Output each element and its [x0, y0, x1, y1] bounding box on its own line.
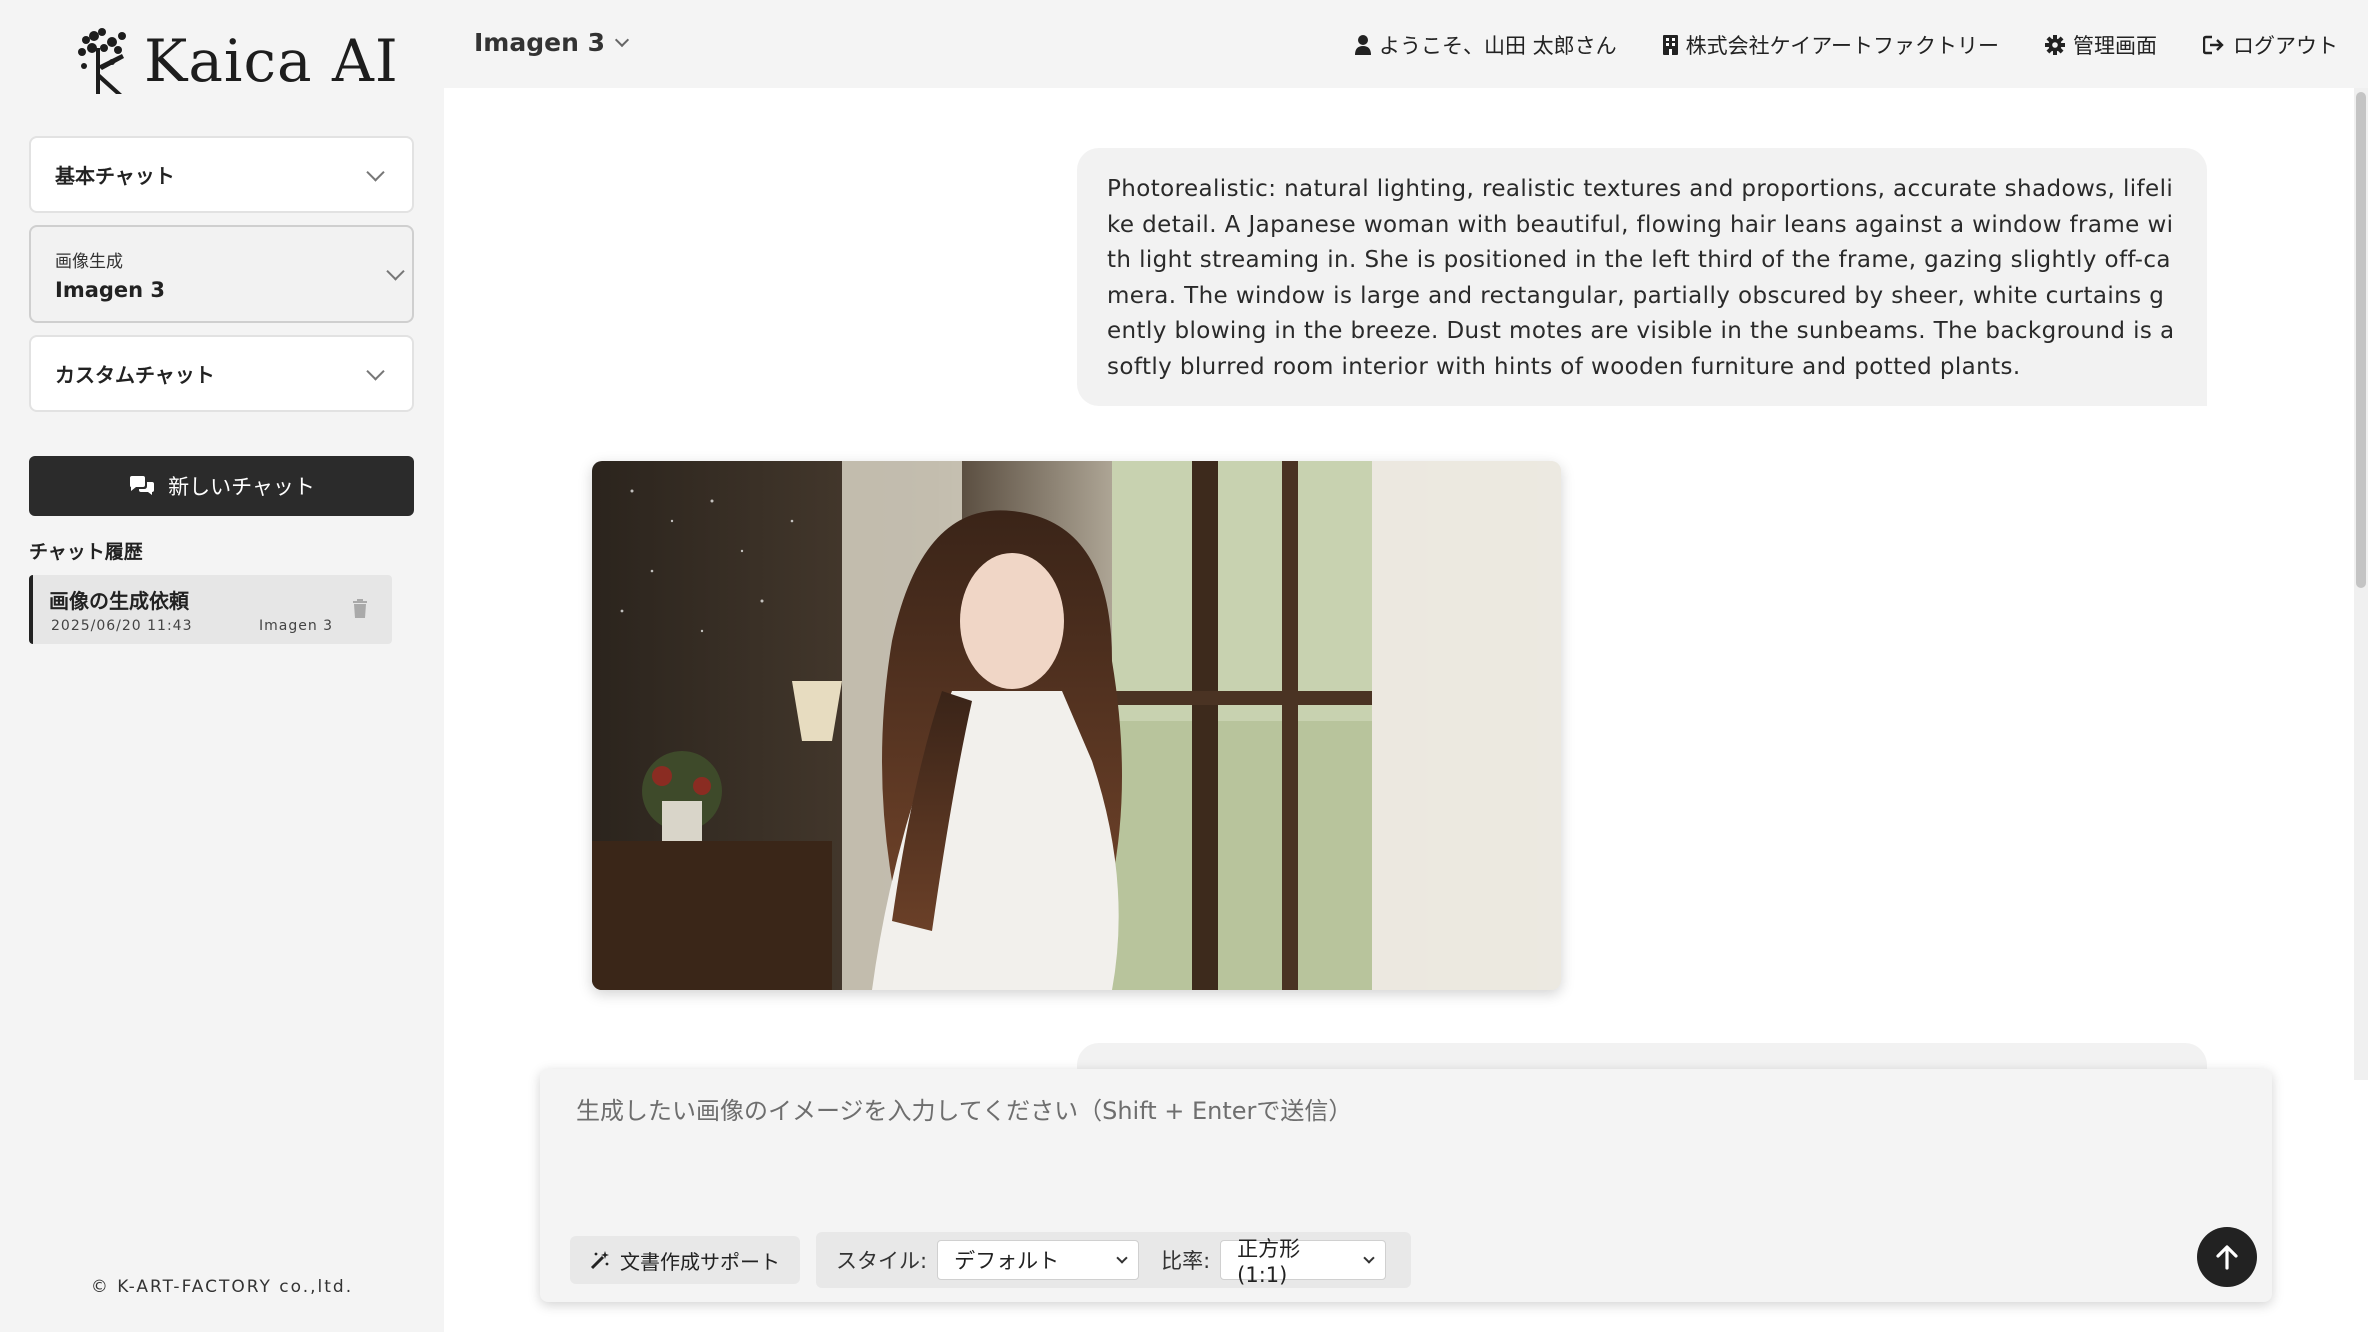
generation-options: スタイル: デフォルト 比率: 正方形 (1:1)	[816, 1232, 1411, 1288]
ratio-value: 正方形 (1:1)	[1237, 1237, 1301, 1287]
generated-image[interactable]	[592, 461, 1561, 990]
writing-support-label: 文書作成サポート	[620, 1249, 780, 1274]
history-item[interactable]: 画像の生成依頼 2025/06/20 11:43 Imagen 3	[29, 575, 392, 644]
custom-chat-label: カスタムチャット	[55, 363, 215, 387]
chat-history-title: チャット履歴	[29, 541, 143, 563]
new-chat-label: 新しいチャット	[168, 475, 315, 499]
user-welcome[interactable]: ようこそ、山田 太郎さん	[1354, 30, 1617, 60]
chevron-down-icon	[1363, 1252, 1375, 1264]
style-label: スタイル:	[836, 1249, 928, 1273]
chevron-down-icon	[366, 361, 385, 381]
top-bar: Imagen 3 ようこそ、山田 太郎さん 株式会社ケイアートファクトリー 管理…	[444, 0, 2368, 88]
style-select[interactable]: デフォルト	[937, 1240, 1140, 1280]
chevron-down-icon	[366, 162, 385, 182]
basic-chat-select[interactable]: 基本チャット	[29, 136, 414, 213]
app-logo[interactable]: Kaica AI	[72, 26, 399, 96]
user-welcome-text: ようこそ、山田 太郎さん	[1378, 34, 1617, 58]
header-links: ようこそ、山田 太郎さん 株式会社ケイアートファクトリー 管理画面 ログアウト	[1354, 30, 2338, 60]
image-gen-model: Imagen 3	[55, 277, 166, 302]
history-item-model: Imagen 3	[259, 618, 334, 634]
model-selector[interactable]: Imagen 3	[474, 28, 630, 57]
new-chat-button[interactable]: 新しいチャット	[29, 456, 414, 516]
prompt-input[interactable]	[576, 1091, 2226, 1201]
image-gen-select[interactable]: 画像生成 Imagen 3	[29, 225, 414, 323]
writing-support-button[interactable]: 文書作成サポート	[570, 1236, 800, 1284]
ratio-label: 比率:	[1161, 1249, 1211, 1273]
user-icon	[1354, 35, 1371, 55]
history-item-title: 画像の生成依頼	[49, 589, 189, 613]
chevron-down-icon	[386, 262, 405, 281]
image-gen-label: 画像生成	[55, 251, 123, 272]
custom-chat-select[interactable]: カスタムチャット	[29, 335, 414, 412]
model-selector-label: Imagen 3	[474, 28, 605, 57]
logout-label: ログアウト	[2233, 34, 2338, 58]
gear-icon	[2045, 35, 2065, 55]
history-item-date: 2025/06/20 11:43	[51, 618, 193, 634]
app-name: Kaica AI	[144, 27, 399, 95]
ratio-select[interactable]: 正方形 (1:1)	[1220, 1237, 1387, 1287]
trash-icon[interactable]	[352, 599, 368, 619]
logout-link[interactable]: ログアウト	[2203, 30, 2338, 60]
logout-icon	[2203, 35, 2224, 55]
admin-label: 管理画面	[2073, 34, 2157, 58]
chevron-down-icon	[614, 32, 630, 47]
chevron-down-icon	[1116, 1252, 1128, 1264]
style-value: デフォルト	[954, 1249, 1060, 1273]
scrollbar-thumb[interactable]	[2356, 92, 2366, 588]
composer: 文書作成サポート スタイル: デフォルト 比率: 正方形 (1:1)	[540, 1069, 2272, 1302]
generated-image-graphic	[592, 461, 1561, 990]
admin-link[interactable]: 管理画面	[2045, 30, 2157, 60]
flower-logo-icon	[78, 28, 126, 94]
building-icon	[1662, 35, 1678, 55]
user-message-bubble: Photorealistic: natural lighting, realis…	[1077, 148, 2207, 406]
basic-chat-label: 基本チャット	[55, 164, 175, 188]
copyright: © K-ART-FACTORY co.,ltd.	[90, 1277, 354, 1297]
magic-wand-icon	[590, 1251, 609, 1270]
company-name: 株式会社ケイアートファクトリー	[1685, 34, 1999, 58]
sidebar: Kaica AI 基本チャット 画像生成 Imagen 3 カスタムチャット 新…	[0, 0, 444, 1332]
company-link[interactable]: 株式会社ケイアートファクトリー	[1662, 30, 1999, 60]
chat-bubbles-icon	[130, 476, 155, 495]
arrow-up-icon	[2216, 1245, 2238, 1270]
send-button[interactable]	[2197, 1227, 2257, 1287]
